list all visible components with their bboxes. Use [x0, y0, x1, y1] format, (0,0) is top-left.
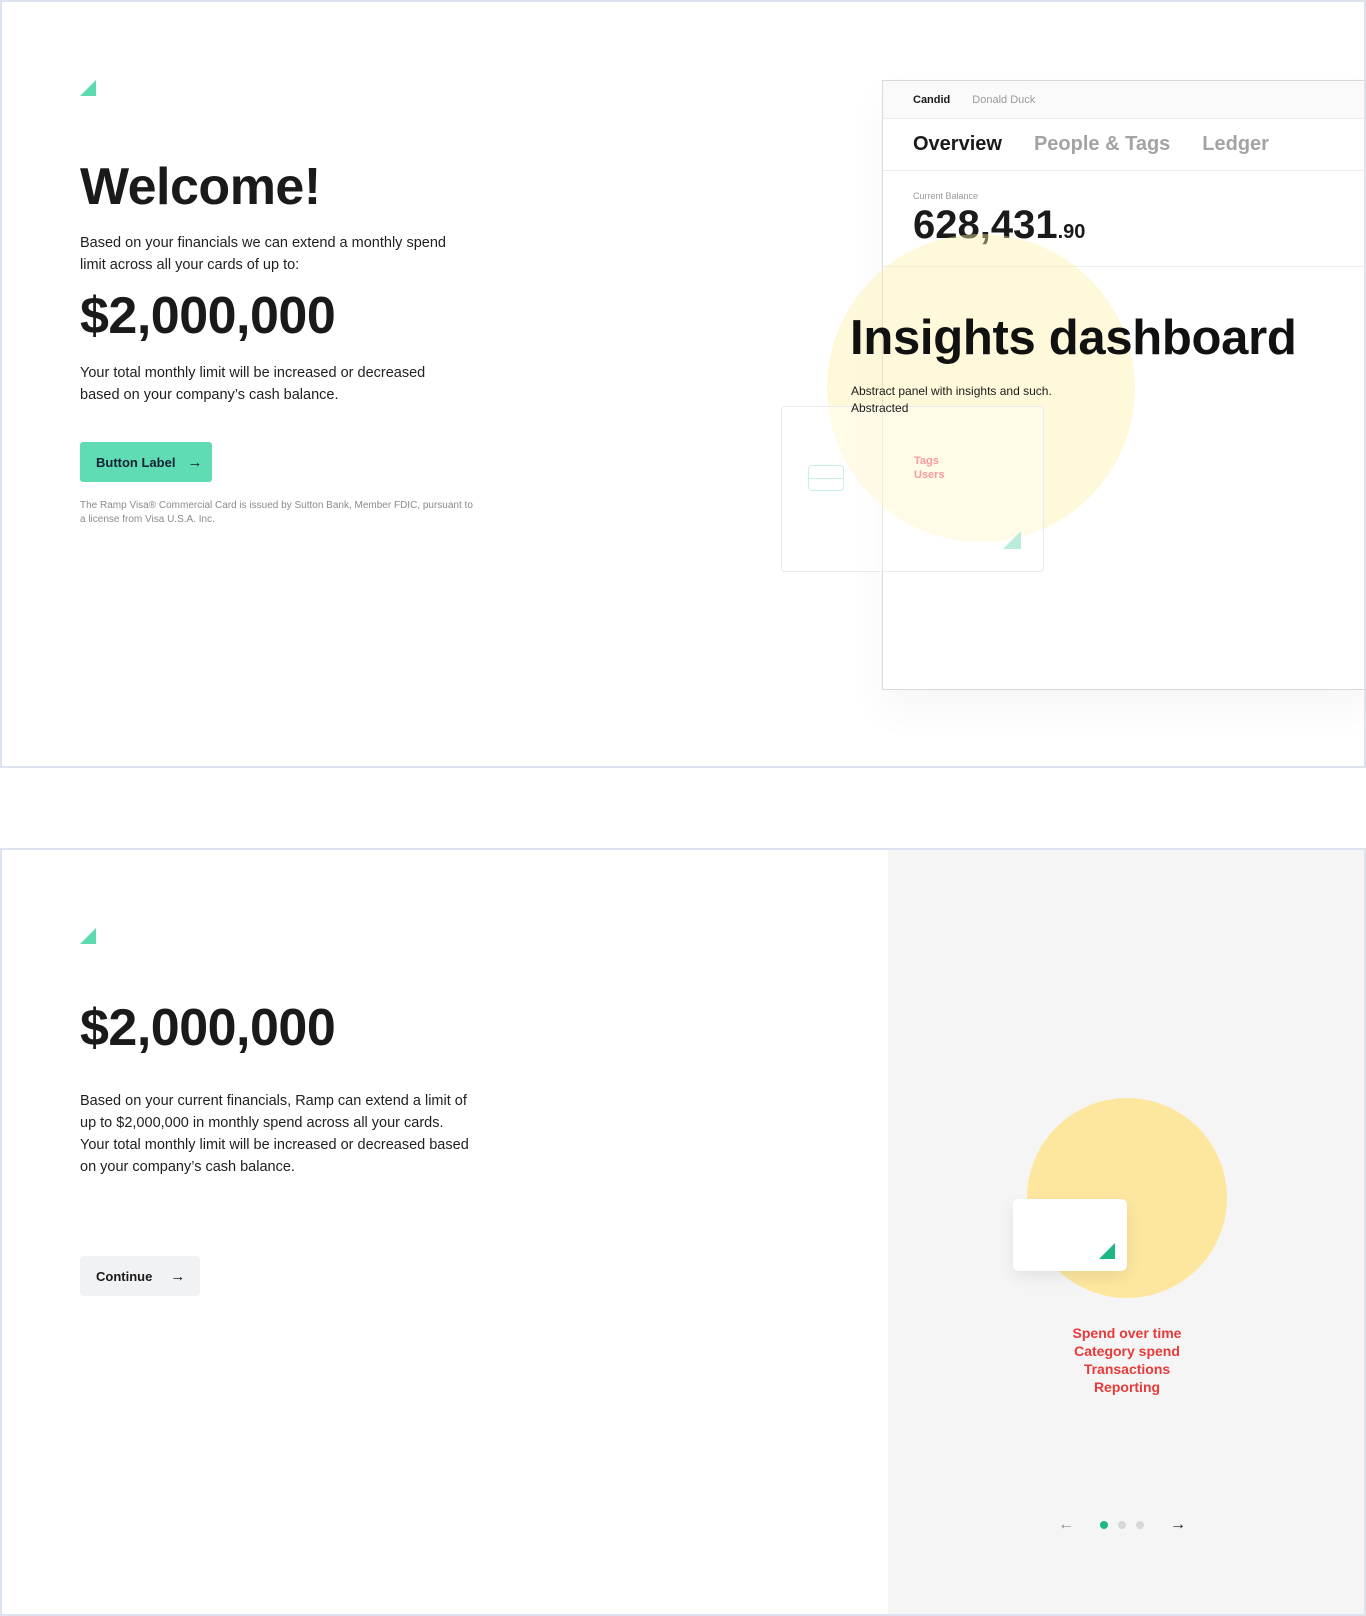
card-preview-links: Tags Users	[914, 454, 945, 482]
limit-amount: $2,000,000	[80, 999, 336, 1057]
limit-description: Based on your current financials, Ramp c…	[80, 1093, 469, 1175]
limit-screen: $2,000,000 Based on your current financi…	[0, 848, 1366, 1616]
card-chip-icon	[808, 465, 844, 491]
illustration-panel: Spend over time Category spend Transacti…	[888, 850, 1364, 1614]
insights-description: Abstract panel with insights and such. A…	[851, 384, 1052, 415]
primary-button[interactable]: Button Label →	[80, 442, 212, 482]
feature-spend-over-time: Spend over time	[1072, 1325, 1182, 1341]
arrow-right-icon: →	[187, 453, 203, 471]
dashboard-topbar: Candid Donald Duck	[883, 81, 1364, 119]
feature-transactions: Transactions	[1083, 1361, 1171, 1377]
feature-reporting: Reporting	[1093, 1379, 1161, 1395]
ramp-logo-icon	[80, 928, 96, 944]
limit-amount: $2,000,000	[80, 287, 336, 345]
welcome-heading: Welcome!	[80, 158, 321, 216]
users-link: Users	[914, 469, 945, 481]
ramp-logo-icon	[80, 80, 96, 96]
intro-text: Based on your financials we can extend a…	[80, 235, 446, 273]
card-logo-icon	[1003, 531, 1021, 549]
continue-button-label: Continue	[96, 1268, 153, 1284]
card-preview: Tags Users	[781, 406, 1044, 572]
feature-category-spend: Category spend	[1074, 1343, 1180, 1359]
welcome-screen: Welcome! Based on your financials we can…	[0, 0, 1366, 768]
legal-fineprint: The Ramp Visa® Commercial Card is issued…	[80, 500, 473, 525]
primary-button-label: Button Label	[96, 454, 176, 470]
carousel-dot-3[interactable]	[1136, 1521, 1144, 1529]
org-name: Candid	[913, 93, 951, 106]
user-name: Donald Duck	[972, 93, 1036, 106]
arrow-right-icon[interactable]: →	[1170, 1517, 1186, 1533]
arrow-left-icon[interactable]: ←	[1058, 1517, 1074, 1533]
card-illustration	[1013, 1199, 1127, 1271]
continue-button[interactable]: Continue →	[80, 1256, 200, 1296]
arrow-right-icon: →	[170, 1267, 186, 1285]
carousel-dot-2[interactable]	[1118, 1521, 1126, 1529]
insights-title: Insights dashboard	[850, 311, 1297, 365]
balance-label: Current Balance	[913, 191, 979, 201]
balance-cents: .90	[1057, 221, 1086, 243]
tab-overview[interactable]: Overview	[913, 133, 1002, 156]
tags-link: Tags	[914, 455, 939, 467]
carousel-dot-1[interactable]	[1100, 1521, 1108, 1529]
tab-people-tags[interactable]: People & Tags	[1034, 133, 1170, 156]
card-logo-icon	[1099, 1243, 1115, 1259]
dashboard-tabs: Overview People & Tags Ledger	[883, 119, 1364, 171]
carousel-controls: ← →	[1058, 1517, 1186, 1533]
feature-list: Spend over time Category spend Transacti…	[988, 1324, 1266, 1396]
limit-note: Your total monthly limit will be increas…	[80, 365, 426, 403]
tab-ledger[interactable]: Ledger	[1202, 133, 1269, 156]
